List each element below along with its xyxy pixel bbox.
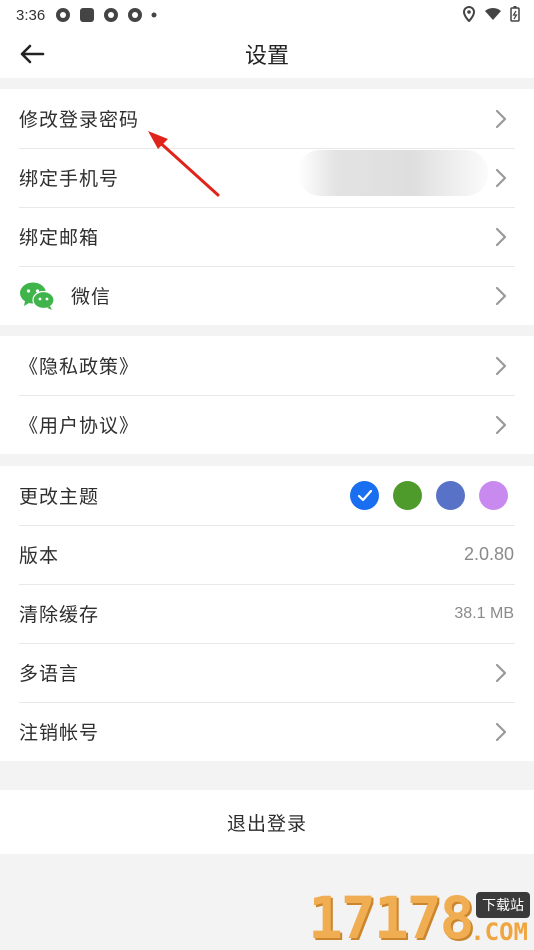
theme-swatches: [350, 481, 508, 510]
page-title: 设置: [244, 44, 289, 69]
clear-cache-row[interactable]: 清除缓存 38.1 MB: [0, 584, 534, 643]
status-time: 3:36: [16, 6, 46, 24]
theme-label: 更改主题: [19, 486, 100, 508]
language-row[interactable]: 多语言: [0, 643, 534, 702]
checkmark-icon: [357, 489, 372, 501]
bind-phone-label: 绑定手机号: [19, 168, 120, 190]
cancel-account-label: 注销帐号: [19, 722, 100, 744]
change-password-label: 修改登录密码: [19, 109, 140, 131]
chevron-right-icon: [495, 415, 507, 435]
bind-email-label: 绑定邮箱: [19, 227, 100, 249]
cache-size-value: 38.1 MB: [454, 604, 514, 622]
phone-number-redacted: [298, 150, 488, 196]
change-password-row[interactable]: 修改登录密码: [0, 89, 534, 148]
theme-swatch[interactable]: [436, 481, 465, 510]
app-notification-icon: [80, 8, 95, 22]
version-row: 版本 2.0.80: [0, 525, 534, 584]
wechat-icon: [20, 282, 55, 310]
user-agreement-row[interactable]: 《用户协议》: [0, 395, 534, 454]
wechat-label: 微信: [71, 286, 112, 308]
more-notifications-dot-icon: [151, 12, 157, 18]
chevron-right-icon: [495, 722, 507, 742]
site-watermark: 17178 下载站 .COM: [308, 886, 534, 950]
wechat-row[interactable]: 微信: [0, 266, 534, 325]
watermark-suffix: .COM: [470, 918, 528, 946]
watermark-digits: 17178: [308, 884, 475, 950]
theme-swatch[interactable]: [350, 481, 379, 510]
logout-label: 退出登录: [226, 812, 307, 835]
preferences-group: 更改主题 版本 2.0.80 清除缓存 38.1 MB 多语言 注销帐号: [0, 466, 534, 761]
wifi-icon: [485, 7, 501, 20]
version-value: 2.0.80: [463, 544, 514, 564]
chevron-right-icon: [495, 356, 507, 376]
app-notification-icon: [56, 8, 71, 22]
app-notification-icon: [104, 8, 119, 22]
chevron-right-icon: [495, 109, 507, 129]
logout-button[interactable]: 退出登录: [0, 790, 534, 854]
status-bar: 3:36: [0, 0, 534, 30]
cancel-account-row[interactable]: 注销帐号: [0, 702, 534, 761]
theme-swatch[interactable]: [479, 481, 508, 510]
app-notification-icon: [128, 8, 143, 22]
chevron-right-icon: [495, 227, 507, 247]
theme-row: 更改主题: [0, 466, 534, 525]
legal-group: 《隐私政策》 《用户协议》: [0, 336, 534, 454]
clear-cache-label: 清除缓存: [19, 604, 100, 626]
battery-icon: [510, 6, 520, 22]
chevron-right-icon: [495, 168, 507, 188]
chevron-right-icon: [495, 286, 507, 306]
privacy-policy-label: 《隐私政策》: [19, 356, 140, 378]
language-label: 多语言: [19, 663, 80, 685]
user-agreement-label: 《用户协议》: [19, 415, 140, 437]
account-settings-group: 修改登录密码 绑定手机号 绑定邮箱 微信: [0, 89, 534, 325]
bind-email-row[interactable]: 绑定邮箱: [0, 207, 534, 266]
theme-swatch[interactable]: [393, 481, 422, 510]
chevron-right-icon: [495, 663, 507, 683]
location-icon: [462, 6, 476, 22]
top-nav-bar: 设置: [0, 30, 534, 78]
watermark-badge: 下载站: [476, 892, 530, 918]
privacy-policy-row[interactable]: 《隐私政策》: [0, 336, 534, 395]
version-label: 版本: [19, 545, 60, 567]
